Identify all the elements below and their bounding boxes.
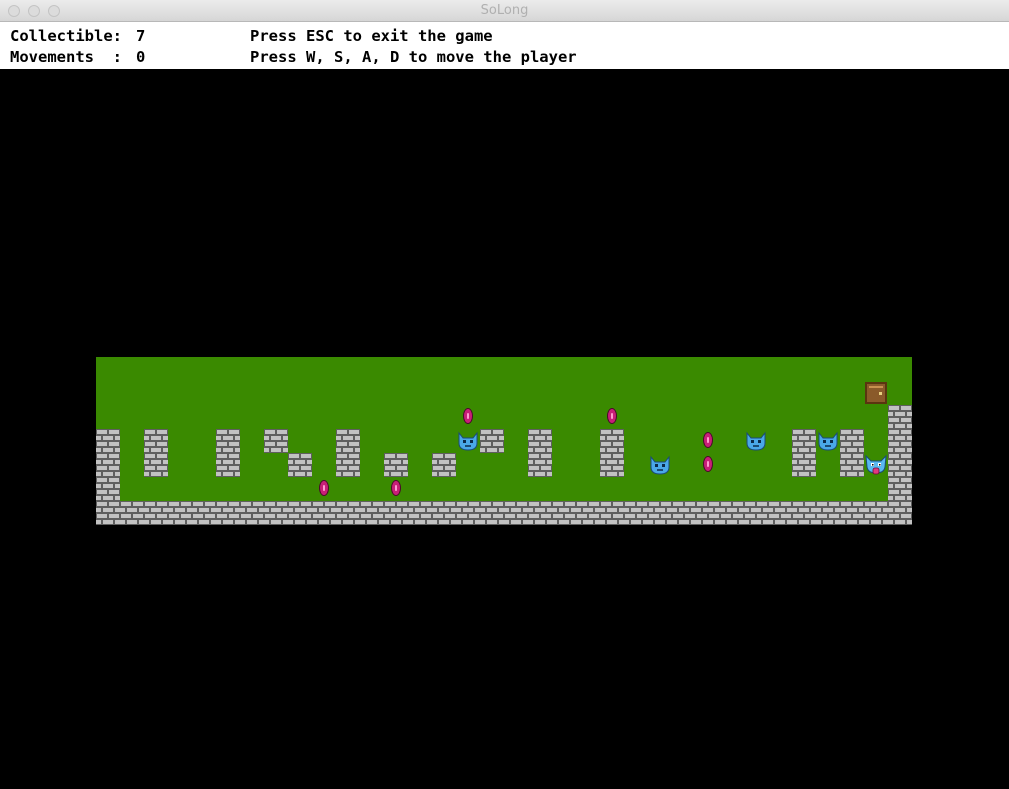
wall-tile: [840, 429, 864, 453]
collectible-gem: [703, 456, 713, 472]
game-map: [96, 357, 912, 525]
wall-tile: [312, 501, 336, 525]
wall-tile: [96, 477, 120, 501]
wall-tile: [336, 429, 360, 453]
wall-tile: [528, 501, 552, 525]
collectible-gem: [319, 480, 329, 496]
wall-tile: [888, 429, 912, 453]
collectible-gem: [703, 432, 713, 448]
exit-door: [865, 382, 887, 404]
enemy-monster: [456, 429, 480, 453]
wall-tile: [552, 501, 576, 525]
collectible-label: Collectible:: [10, 27, 122, 45]
enemy-monster: [648, 453, 672, 477]
wall-tile: [768, 501, 792, 525]
hud-panel: Collectible: 7 Movements : 0 Press ESC t…: [0, 22, 1009, 69]
wall-tile: [840, 453, 864, 477]
window-titlebar: SoLong: [0, 0, 1009, 22]
wall-tile: [528, 429, 552, 453]
wall-tile: [264, 501, 288, 525]
enemy-monster: [816, 429, 840, 453]
window-title: SoLong: [480, 3, 529, 18]
wall-tile: [504, 501, 528, 525]
wall-tile: [648, 501, 672, 525]
wall-tile: [840, 501, 864, 525]
wall-tile: [144, 429, 168, 453]
wall-tile: [288, 453, 312, 477]
wall-tile: [96, 453, 120, 477]
wall-tile: [888, 405, 912, 429]
wall-tile: [216, 453, 240, 477]
wall-tile: [888, 501, 912, 525]
wall-tile: [144, 501, 168, 525]
wall-tile: [264, 429, 288, 453]
wall-tile: [864, 501, 888, 525]
collectible-gem: [607, 408, 617, 424]
wall-tile: [96, 429, 120, 453]
wall-tile: [216, 429, 240, 453]
wall-tile: [792, 453, 816, 477]
wall-tile: [480, 501, 504, 525]
wall-tile: [576, 501, 600, 525]
wall-tile: [168, 501, 192, 525]
wall-tile: [432, 453, 456, 477]
wall-tile: [432, 501, 456, 525]
wall-tile: [336, 453, 360, 477]
wall-tile: [240, 501, 264, 525]
wall-tile: [408, 501, 432, 525]
movements-label: Movements :: [10, 48, 122, 66]
move-hint-text: Press W, S, A, D to move the player: [250, 48, 577, 66]
wall-tile: [528, 453, 552, 477]
wall-tile: [600, 453, 624, 477]
wall-tile: [600, 501, 624, 525]
collectible-count: 7: [136, 27, 146, 45]
wall-tile: [336, 501, 360, 525]
enemy-monster: [744, 429, 768, 453]
player-character: [864, 453, 888, 477]
wall-tile: [696, 501, 720, 525]
wall-tile: [120, 501, 144, 525]
collectible-gem: [463, 408, 473, 424]
wall-tile: [744, 501, 768, 525]
wall-tile: [600, 429, 624, 453]
wall-tile: [216, 501, 240, 525]
wall-tile: [720, 501, 744, 525]
wall-tile: [96, 501, 120, 525]
wall-tile: [192, 501, 216, 525]
exit-hint-text: Press ESC to exit the game: [250, 27, 493, 45]
wall-tile: [456, 501, 480, 525]
wall-tile: [792, 501, 816, 525]
wall-tile: [672, 501, 696, 525]
wall-tile: [888, 453, 912, 477]
wall-tile: [792, 429, 816, 453]
wall-tile: [888, 477, 912, 501]
movements-count: 0: [136, 48, 146, 66]
wall-tile: [384, 501, 408, 525]
collectible-gem: [391, 480, 401, 496]
wall-tile: [360, 501, 384, 525]
wall-tile: [288, 501, 312, 525]
wall-tile: [384, 453, 408, 477]
wall-tile: [624, 501, 648, 525]
wall-tile: [480, 429, 504, 453]
wall-tile: [816, 501, 840, 525]
wall-tile: [144, 453, 168, 477]
